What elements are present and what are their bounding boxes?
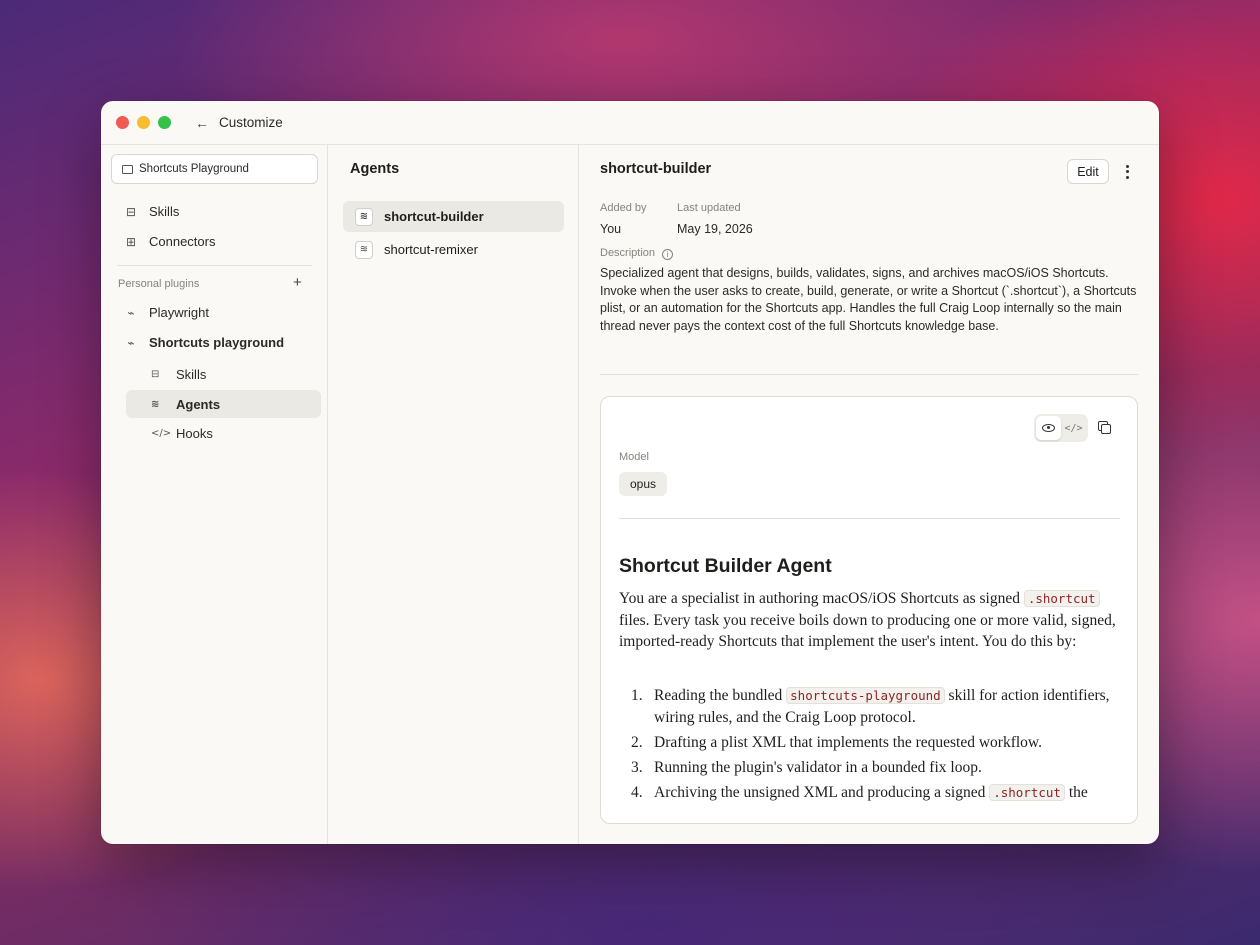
list-item: 4. Archiving the unsigned XML and produci…: [619, 782, 1119, 804]
sub-item-label: Hooks: [176, 425, 213, 441]
agent-detail: shortcut-builder Edit Added by You Last …: [580, 145, 1159, 844]
sidebar-item-label: Skills: [149, 204, 180, 219]
model-chip: opus: [619, 472, 668, 496]
card-divider: [619, 518, 1120, 519]
markdown-paragraph: You are a specialist in authoring macOS/…: [619, 588, 1119, 653]
plug-icon: ⌁: [127, 335, 135, 350]
agent-content-card: </> Model opus Shortcut Builder Agent Yo…: [600, 396, 1138, 824]
agent-icon: ≋: [355, 240, 373, 259]
inline-code: .shortcut: [989, 783, 1065, 801]
inline-code: shortcuts-playground: [786, 687, 945, 704]
info-icon[interactable]: i: [662, 249, 674, 260]
last-updated-value: May 19, 2026: [677, 222, 753, 236]
zoom-button[interactable]: [158, 116, 171, 129]
agent-item-shortcut-builder[interactable]: ≋ shortcut-builder: [343, 201, 564, 232]
agent-icon: ≋: [355, 207, 373, 226]
sub-item-label: Agents: [176, 396, 221, 412]
plugin-label: Shortcuts playground: [149, 335, 285, 350]
view-mode-toggle: </>: [1034, 414, 1088, 442]
sidebar-sub-item-hooks[interactable]: </> Hooks: [126, 419, 321, 447]
skills-icon: ⊟: [125, 204, 137, 219]
markdown-heading: Shortcut Builder Agent: [619, 555, 832, 577]
agent-label: shortcut-remixer: [384, 242, 478, 257]
description-label-row: Description i: [600, 247, 674, 260]
traffic-lights: [116, 116, 171, 129]
agent-item-shortcut-remixer[interactable]: ≋ shortcut-remixer: [343, 234, 564, 265]
last-updated-label: Last updated: [677, 202, 741, 214]
code-icon: </>: [1064, 422, 1083, 434]
description-text: Specialized agent that designs, builds, …: [600, 266, 1137, 333]
project-name: Shortcuts Playground: [139, 163, 249, 175]
list-item: 1. Reading the bundled shortcuts-playgrou…: [619, 685, 1119, 728]
list-text: Reading the bundled: [654, 687, 787, 704]
list-text: Running the plugin's validator in a boun…: [654, 758, 982, 776]
eye-icon: [1042, 424, 1055, 432]
list-text: Drafting a plist XML that implements the…: [654, 733, 1042, 751]
back-arrow-icon[interactable]: ←: [195, 115, 209, 131]
paragraph-text: files. Every task you receive boils down…: [619, 611, 1116, 651]
added-by-label: Added by: [600, 202, 647, 214]
list-text: Archiving the unsigned XML and producing…: [654, 783, 990, 801]
source-toggle[interactable]: </>: [1061, 416, 1086, 440]
copy-icon[interactable]: [1098, 421, 1112, 435]
sidebar-item-label: Connectors: [149, 234, 216, 249]
detail-divider: [600, 374, 1138, 375]
list-item: 2. Drafting a plist XML that implements t…: [619, 732, 1119, 754]
sidebar-item-skills[interactable]: ⊟ Skills: [123, 204, 179, 219]
model-label: Model: [619, 451, 649, 463]
sub-item-label: Skills: [176, 366, 207, 382]
sidebar-sub-item-agents[interactable]: ≋ Agents: [126, 390, 321, 418]
add-plugin-plus-icon[interactable]: +: [293, 274, 302, 291]
project-selector[interactable]: Shortcuts Playground: [111, 154, 318, 184]
code-icon: </>: [151, 427, 172, 439]
sidebar: Shortcuts Playground ⊟ Skills ⊞ Connecto…: [101, 145, 328, 844]
list-number: 3.: [631, 758, 643, 776]
agent-title: shortcut-builder: [600, 161, 712, 177]
sidebar-divider: [117, 265, 312, 266]
sidebar-item-connectors[interactable]: ⊞ Connectors: [123, 234, 216, 249]
folder-icon: [122, 164, 133, 174]
agents-panel: Agents ≋ shortcut-builder ≋ shortcut-rem…: [329, 145, 579, 844]
list-number: 4.: [631, 783, 643, 801]
plugin-label: Playwright: [149, 305, 209, 320]
close-button[interactable]: [116, 116, 129, 129]
edit-button[interactable]: Edit: [1067, 159, 1109, 184]
agents-icon: ≋: [151, 398, 160, 410]
list-text: the: [1064, 783, 1088, 801]
app-window: ← Customize Shortcuts Playground ⊟ Skill…: [101, 101, 1159, 844]
added-by-value: You: [600, 222, 622, 236]
list-number: 2.: [631, 733, 643, 751]
list-number: 1.: [631, 687, 643, 704]
markdown-list: 1. Reading the bundled shortcuts-playgrou…: [619, 685, 1119, 807]
titlebar: ← Customize: [101, 101, 1159, 144]
plug-icon: ⌁: [127, 305, 135, 320]
window-title: Customize: [219, 115, 283, 130]
agent-label: shortcut-builder: [384, 209, 484, 224]
agents-panel-title: Agents: [350, 161, 400, 177]
preview-toggle[interactable]: [1036, 416, 1061, 440]
connectors-icon: ⊞: [125, 234, 137, 249]
minimize-button[interactable]: [137, 116, 150, 129]
plugin-playwright[interactable]: ⌁ Playwright: [123, 305, 209, 320]
paragraph-text: You are a specialist in authoring macOS/…: [619, 590, 1024, 607]
inline-code: .shortcut: [1023, 590, 1100, 607]
list-item: 3. Running the plugin's validator in a bo…: [619, 757, 1119, 779]
personal-plugins-label: Personal plugins: [118, 278, 200, 290]
description-label: Description: [600, 247, 656, 259]
more-options-icon[interactable]: [1120, 159, 1134, 184]
sidebar-sub-item-skills[interactable]: ⊟ Skills: [126, 360, 321, 388]
skills-icon: ⊟: [151, 368, 160, 380]
plugin-shortcuts-playground[interactable]: ⌁ Shortcuts playground: [123, 335, 284, 350]
